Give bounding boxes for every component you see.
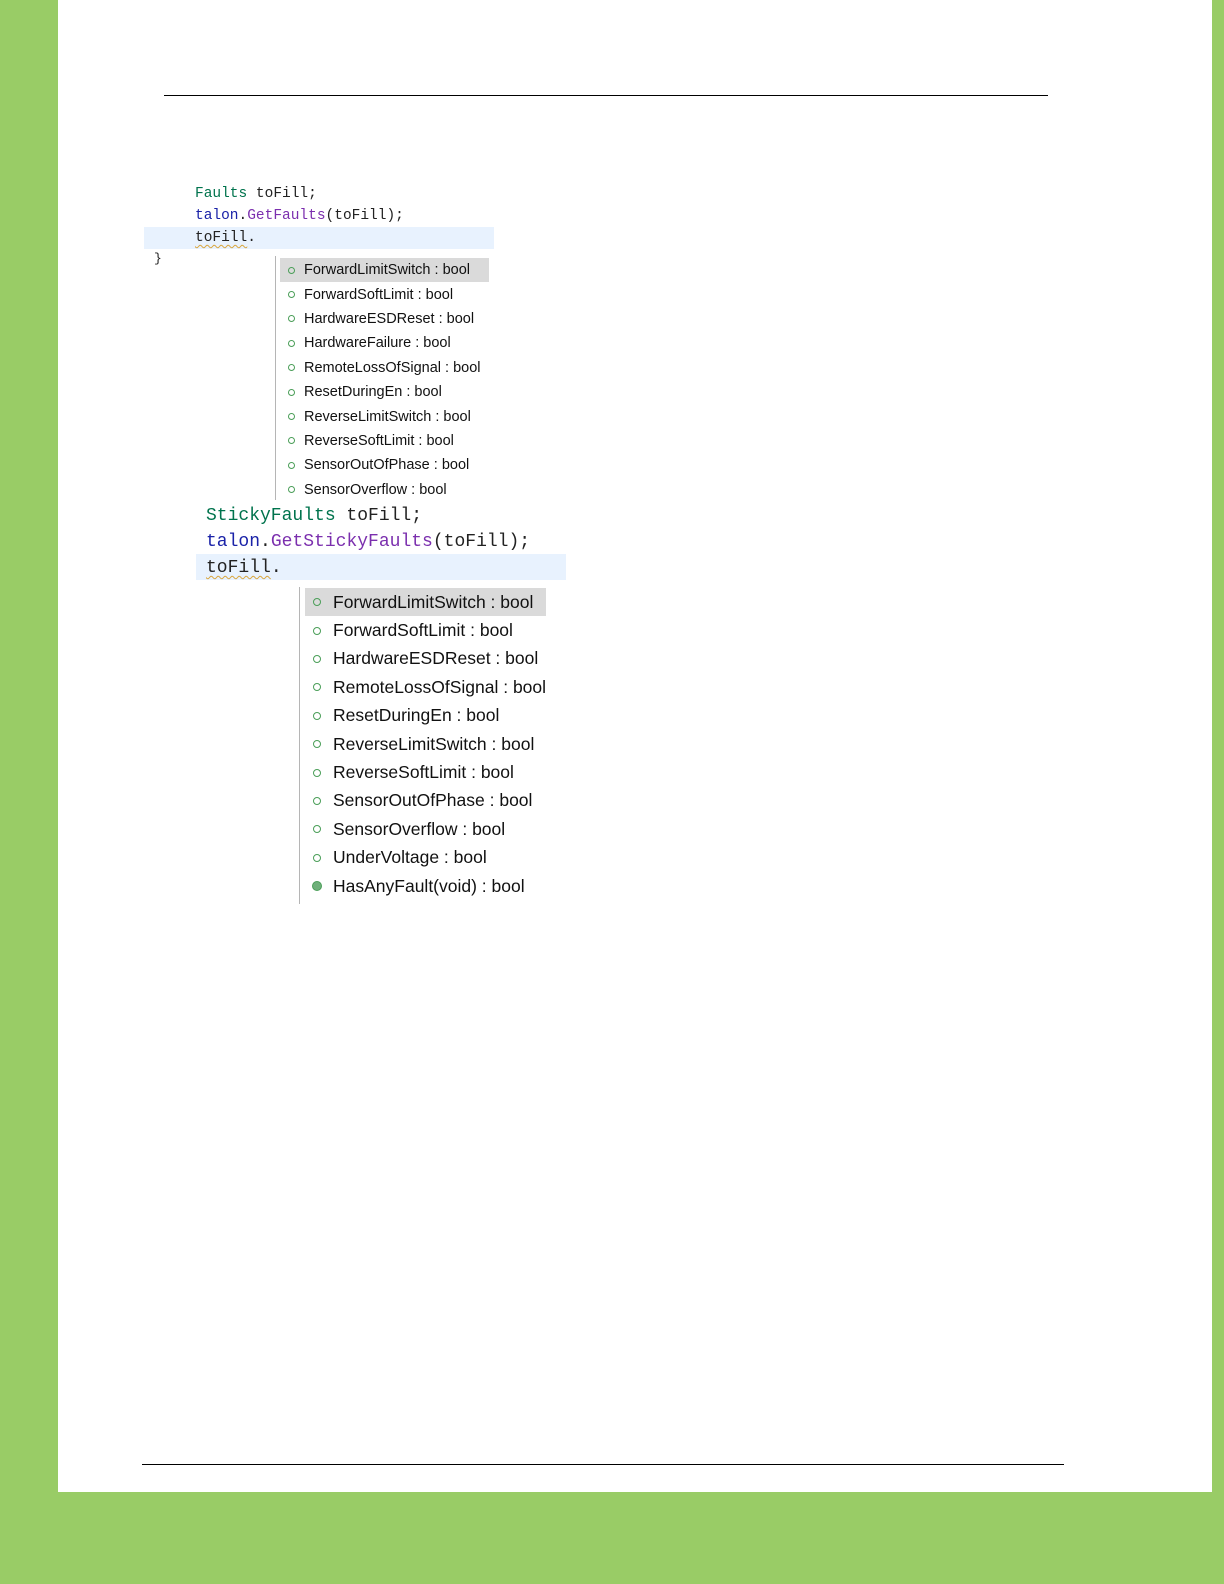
completion-label: ForwardLimitSwitch : bool	[333, 591, 534, 612]
field-icon	[288, 388, 295, 396]
field-icon	[288, 486, 295, 494]
field-icon	[288, 437, 295, 445]
completion-label: ReverseSoftLimit : bool	[333, 762, 514, 783]
code-line-3[interactable]: toFill.	[206, 558, 282, 578]
completion-item[interactable]: ForwardLimitSwitch : bool	[300, 588, 560, 616]
completion-item[interactable]: SensorOverflow : bool	[276, 478, 496, 500]
field-icon	[288, 315, 295, 323]
code-text: .	[247, 230, 256, 246]
code-text: toFill;	[247, 186, 317, 202]
field-icon	[288, 461, 295, 469]
completion-label: HardwareESDReset : bool	[333, 648, 539, 669]
code-text: .	[260, 532, 271, 552]
completion-item[interactable]: ReverseLimitSwitch : bool	[276, 404, 496, 428]
field-icon	[288, 339, 295, 347]
header-rule	[164, 95, 1048, 96]
code-text: (toFill);	[432, 532, 531, 552]
code-text: .	[238, 208, 248, 224]
method-icon	[312, 881, 322, 892]
completion-item[interactable]: SensorOutOfPhase : bool	[276, 453, 496, 477]
field-icon	[313, 853, 321, 862]
field-icon	[313, 683, 321, 692]
completion-label: SensorOutOfPhase : bool	[333, 790, 533, 811]
variable-name: toFill	[206, 558, 271, 578]
sticky-faults-editor-screenshot: StickyFaults toFill; talon.GetStickyFaul…	[196, 500, 568, 904]
closing-brace: }	[154, 251, 162, 266]
code-text: (toFill);	[325, 208, 404, 224]
completion-item[interactable]: HardwareESDReset : bool	[300, 645, 560, 673]
field-icon	[313, 626, 321, 635]
completion-item[interactable]: ForwardSoftLimit : bool	[300, 616, 560, 644]
field-icon	[288, 413, 295, 421]
completion-item[interactable]: RemoteLossOfSignal : bool	[276, 356, 496, 380]
completion-label: ForwardLimitSwitch : bool	[304, 262, 470, 279]
faults-editor-screenshot: Faults toFill; talon.GetFaults(toFill); …	[144, 180, 496, 500]
field-icon	[288, 266, 295, 274]
field-icon	[313, 825, 321, 834]
completion-label: HardwareFailure : bool	[304, 335, 451, 352]
type-name: StickyFaults	[206, 506, 336, 526]
footer-rule	[142, 1464, 1064, 1465]
field-icon	[313, 654, 321, 663]
completion-item[interactable]: SensorOutOfPhase : bool	[300, 787, 560, 815]
field-icon	[288, 364, 295, 372]
code-line-1: Faults toFill;	[195, 186, 317, 202]
completion-item[interactable]: ResetDuringEn : bool	[276, 380, 496, 404]
code-line-2: talon.GetFaults(toFill);	[195, 208, 404, 224]
completion-label: HardwareESDReset : bool	[304, 310, 475, 327]
completion-label: ReverseLimitSwitch : bool	[304, 408, 471, 425]
completion-label: RemoteLossOfSignal : bool	[304, 359, 481, 376]
completion-item[interactable]: ReverseSoftLimit : bool	[300, 758, 560, 786]
code-line-2: talon.GetStickyFaults(toFill);	[206, 532, 530, 552]
completion-label: SensorOutOfPhase : bool	[304, 457, 470, 474]
completion-label: ResetDuringEn : bool	[304, 384, 442, 401]
autocomplete-popup[interactable]: ForwardLimitSwitch : bool ForwardSoftLim…	[299, 587, 560, 904]
completion-label: UnderVoltage : bool	[333, 847, 487, 868]
completion-item[interactable]: ResetDuringEn : bool	[300, 702, 560, 730]
object-name: talon	[206, 532, 261, 552]
completion-item[interactable]: ForwardSoftLimit : bool	[276, 282, 496, 306]
brace-text: }	[154, 251, 162, 266]
page-border-left	[0, 0, 58, 1584]
completion-item[interactable]: ReverseSoftLimit : bool	[276, 429, 496, 453]
method-name: GetStickyFaults	[270, 532, 433, 552]
completion-label: HasAnyFault(void) : bool	[333, 875, 525, 896]
completion-label: ResetDuringEn : bool	[333, 705, 500, 726]
code-text: toFill;	[335, 506, 423, 526]
type-name: Faults	[195, 186, 248, 202]
code-line-3[interactable]: toFill.	[195, 230, 256, 246]
completion-label: ForwardSoftLimit : bool	[333, 620, 513, 641]
completion-item[interactable]: UnderVoltage : bool	[300, 844, 560, 872]
completion-item[interactable]: SensorOverflow : bool	[300, 815, 560, 843]
autocomplete-popup[interactable]: ForwardLimitSwitch : bool ForwardSoftLim…	[275, 256, 496, 500]
page-border-bottom	[0, 1492, 1224, 1584]
completion-item[interactable]: HasAnyFault(void) : bool	[300, 872, 560, 900]
completion-label: SensorOverflow : bool	[304, 481, 447, 498]
completion-label: RemoteLossOfSignal : bool	[333, 676, 547, 697]
completion-label: ReverseSoftLimit : bool	[304, 432, 454, 449]
page-border-right	[1212, 0, 1224, 1584]
completion-item[interactable]: ForwardLimitSwitch : bool	[276, 258, 496, 282]
completion-label: SensorOverflow : bool	[333, 818, 506, 839]
code-text: .	[270, 558, 282, 578]
field-icon	[288, 291, 295, 299]
method-name: GetFaults	[247, 208, 326, 224]
completion-item[interactable]: ReverseLimitSwitch : bool	[300, 730, 560, 758]
object-name: talon	[195, 208, 239, 224]
completion-label: ReverseLimitSwitch : bool	[333, 733, 535, 754]
field-icon	[313, 796, 321, 805]
variable-name: toFill	[195, 230, 248, 246]
field-icon	[313, 740, 321, 749]
field-icon	[313, 711, 321, 720]
completion-item[interactable]: HardwareESDReset : bool	[276, 307, 496, 331]
field-icon	[313, 768, 321, 777]
code-line-1: StickyFaults toFill;	[206, 506, 422, 526]
completion-item[interactable]: RemoteLossOfSignal : bool	[300, 673, 560, 701]
completion-label: ForwardSoftLimit : bool	[304, 286, 454, 303]
completion-item[interactable]: HardwareFailure : bool	[276, 331, 496, 355]
